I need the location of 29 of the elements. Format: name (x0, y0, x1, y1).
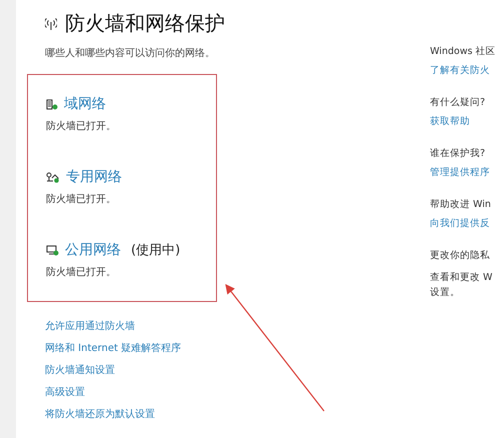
section-heading: 更改你的隐私 (430, 249, 491, 262)
settings-link[interactable]: 允许应用通过防火墙 (45, 319, 135, 333)
section-heading: 谁在保护我? (430, 147, 486, 160)
network-link[interactable]: 公用网络 (65, 241, 121, 259)
help-link[interactable]: 管理提供程序 (430, 166, 500, 179)
settings-link[interactable]: 网络和 Internet 疑难解答程序 (45, 341, 182, 355)
settings-link[interactable]: 将防火墙还原为默认设置 (45, 407, 155, 421)
help-link[interactable]: 了解有关防火 (430, 64, 500, 77)
section-heading: Windows 社区 (430, 45, 496, 58)
help-link[interactable]: 获取帮助 (430, 115, 500, 128)
wireless-icon (45, 16, 57, 30)
home-network-icon (46, 172, 60, 182)
section-heading: 有什么疑问? (430, 96, 486, 109)
page-title: 防火墙和网络保护 (65, 10, 225, 37)
monitor-icon (46, 244, 59, 256)
network-link[interactable]: 专用网络 (66, 168, 122, 186)
section-text: 查看和更改 W (430, 271, 494, 284)
settings-link[interactable]: 防火墙通知设置 (45, 363, 115, 377)
settings-link[interactable]: 高级设置 (45, 385, 85, 399)
in-use-label: (使用中) (131, 242, 180, 259)
section-heading: 帮助改进 Win (430, 198, 492, 211)
firewall-status: 防火墙已打开。 (46, 266, 117, 279)
server-icon (46, 98, 58, 110)
section-text: 设置。 (430, 286, 461, 299)
firewall-status: 防火墙已打开。 (46, 120, 117, 133)
network-link[interactable]: 域网络 (64, 95, 106, 113)
firewall-status: 防火墙已打开。 (46, 192, 117, 206)
help-link[interactable]: 向我们提供反 (430, 217, 500, 230)
page-subtitle: 哪些人和哪些内容可以访问你的网络。 (44, 46, 216, 60)
